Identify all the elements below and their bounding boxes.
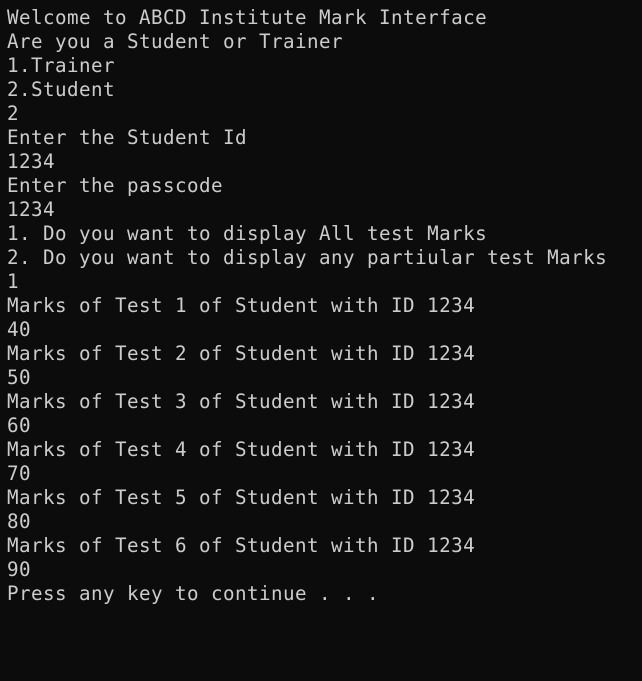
console-line-test-4-label: Marks of Test 4 of Student with ID 1234 bbox=[7, 438, 476, 461]
console-line-role-prompt: Are you a Student or Trainer bbox=[7, 30, 344, 53]
console-line-menu-option-2: 2. Do you want to display any partiular … bbox=[7, 246, 608, 269]
console-line-welcome: Welcome to ABCD Institute Mark Interface bbox=[7, 6, 488, 29]
console-line-test-6-mark: 90 bbox=[7, 558, 32, 581]
console-line-test-1-mark: 40 bbox=[7, 318, 32, 341]
console-line-test-4-mark: 70 bbox=[7, 462, 32, 485]
console-line-role-input: 2 bbox=[7, 102, 20, 125]
console-line-id-input: 1234 bbox=[7, 150, 56, 173]
console-line-continue-prompt: Press any key to continue . . . bbox=[7, 582, 380, 605]
console-line-test-3-mark: 60 bbox=[7, 414, 32, 437]
console-line-menu-option-1: 1. Do you want to display All test Marks bbox=[7, 222, 488, 245]
console-line-passcode-prompt: Enter the passcode bbox=[7, 174, 224, 197]
console-line-menu-input: 1 bbox=[7, 270, 20, 293]
console-output[interactable]: Welcome to ABCD Institute Mark Interface… bbox=[0, 0, 642, 681]
console-line-id-prompt: Enter the Student Id bbox=[7, 126, 248, 149]
console-line-test-6-label: Marks of Test 6 of Student with ID 1234 bbox=[7, 534, 476, 557]
console-line-test-3-label: Marks of Test 3 of Student with ID 1234 bbox=[7, 390, 476, 413]
console-line-test-5-mark: 80 bbox=[7, 510, 32, 533]
console-line-test-2-label: Marks of Test 2 of Student with ID 1234 bbox=[7, 342, 476, 365]
console-line-option-student: 2.Student bbox=[7, 78, 116, 101]
console-line-test-1-label: Marks of Test 1 of Student with ID 1234 bbox=[7, 294, 476, 317]
console-line-test-5-label: Marks of Test 5 of Student with ID 1234 bbox=[7, 486, 476, 509]
console-line-option-trainer: 1.Trainer bbox=[7, 54, 116, 77]
console-line-test-2-mark: 50 bbox=[7, 366, 32, 389]
console-line-passcode-input: 1234 bbox=[7, 198, 56, 221]
